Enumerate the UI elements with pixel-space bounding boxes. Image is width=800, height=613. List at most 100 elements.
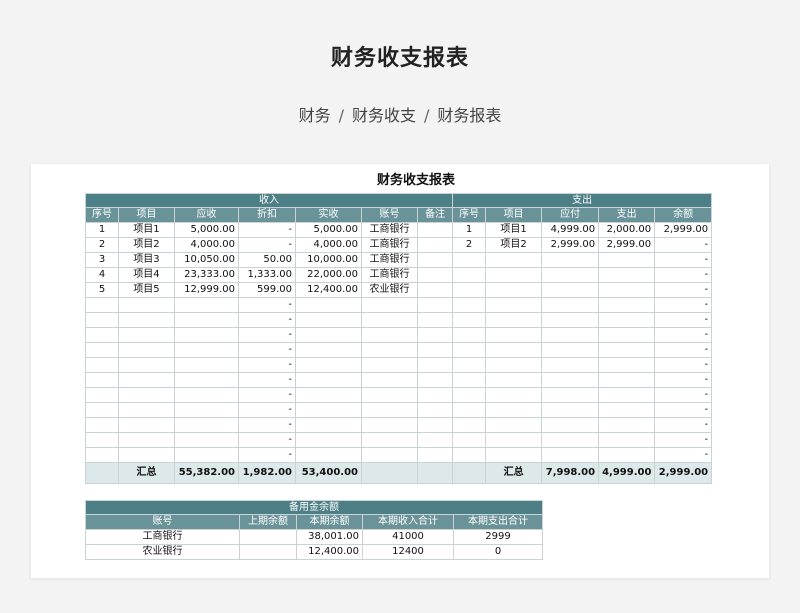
income-cell[interactable]: - [238,432,296,448]
expense-cell[interactable] [485,432,543,448]
expense-cell[interactable]: 2,999.00 [654,222,713,238]
income-cell[interactable]: 项目1 [118,222,175,238]
income-cell[interactable]: 50.00 [238,252,296,268]
expense-cell[interactable] [452,417,487,433]
income-cell[interactable]: - [238,447,296,463]
income-cell[interactable] [174,297,239,313]
income-cell[interactable] [85,432,119,448]
income-cell[interactable]: 工商银行 [361,237,418,253]
reserve-cell[interactable]: 12400 [362,544,454,560]
income-cell[interactable] [416,327,454,343]
income-cell[interactable] [295,417,362,433]
income-cell[interactable] [295,312,362,328]
income-cell[interactable] [118,342,175,358]
income-cell[interactable] [416,282,454,298]
reserve-cell[interactable]: 工商银行 [85,529,240,545]
income-cell[interactable] [361,312,418,328]
expense-cell[interactable]: 项目1 [485,222,543,238]
expense-cell[interactable] [598,372,656,388]
reserve-cell[interactable]: 农业银行 [85,544,240,560]
income-cell[interactable] [118,387,175,403]
expense-cell[interactable] [541,282,600,298]
income-cell[interactable] [85,417,119,433]
income-total-received[interactable]: 53,400.00 [295,462,362,484]
expense-cell[interactable]: - [654,252,713,268]
income-cell[interactable] [295,402,362,418]
income-cell[interactable] [361,342,418,358]
expense-cell[interactable]: - [654,357,713,373]
expense-cell[interactable] [541,357,600,373]
income-cell[interactable]: 工商银行 [361,222,418,238]
expense-cell[interactable] [541,447,600,463]
expense-cell[interactable]: 4,999.00 [541,222,600,238]
expense-cell[interactable] [541,327,600,343]
income-cell[interactable]: 5,000.00 [295,222,362,238]
income-cell[interactable]: 5,000.00 [174,222,239,238]
expense-cell[interactable] [598,417,656,433]
reserve-cell[interactable] [239,529,297,545]
expense-cell[interactable]: - [654,387,713,403]
income-cell[interactable]: 农业银行 [361,282,418,298]
expense-cell[interactable] [541,417,600,433]
income-cell[interactable] [361,447,418,463]
expense-cell[interactable] [598,297,656,313]
income-cell[interactable]: 工商银行 [361,252,418,268]
income-cell[interactable]: 5 [85,282,119,298]
expense-cell[interactable]: - [654,237,713,253]
income-total-discount[interactable]: 1,982.00 [238,462,296,484]
income-cell[interactable] [118,297,175,313]
income-cell[interactable]: - [238,327,296,343]
expense-cell[interactable]: - [654,342,713,358]
income-cell[interactable] [118,372,175,388]
income-cell[interactable] [361,402,418,418]
breadcrumb-item[interactable]: 财务收支 [352,106,416,125]
income-cell[interactable] [85,372,119,388]
expense-cell[interactable] [485,357,543,373]
expense-cell[interactable] [485,417,543,433]
income-cell[interactable]: - [238,222,296,238]
income-cell[interactable] [416,297,454,313]
income-cell[interactable] [361,357,418,373]
expense-cell[interactable]: - [654,297,713,313]
income-cell[interactable] [416,387,454,403]
expense-cell[interactable] [485,297,543,313]
income-cell[interactable] [416,447,454,463]
income-cell[interactable] [416,372,454,388]
income-cell[interactable] [85,402,119,418]
income-cell[interactable] [118,447,175,463]
income-cell[interactable] [361,327,418,343]
income-cell[interactable]: 10,050.00 [174,252,239,268]
income-cell[interactable] [174,432,239,448]
expense-cell[interactable] [485,282,543,298]
expense-cell[interactable] [452,342,487,358]
income-cell[interactable] [416,252,454,268]
income-cell[interactable]: 项目2 [118,237,175,253]
reserve-cell[interactable]: 12,400.00 [296,544,363,560]
income-cell[interactable] [174,417,239,433]
expense-cell[interactable]: 2 [452,237,487,253]
expense-cell[interactable]: - [654,417,713,433]
expense-total-payable[interactable]: 7,998.00 [541,462,600,484]
expense-cell[interactable] [452,297,487,313]
expense-cell[interactable] [485,267,543,283]
income-cell[interactable] [295,357,362,373]
expense-cell[interactable] [485,327,543,343]
income-cell[interactable]: 12,999.00 [174,282,239,298]
income-cell[interactable] [85,387,119,403]
income-cell[interactable]: - [238,342,296,358]
expense-cell[interactable]: - [654,312,713,328]
income-cell[interactable]: 22,000.00 [295,267,362,283]
income-cell[interactable] [118,357,175,373]
income-cell[interactable] [295,447,362,463]
reserve-cell[interactable]: 38,001.00 [296,529,363,545]
income-cell[interactable] [361,297,418,313]
income-cell[interactable] [361,372,418,388]
expense-cell[interactable] [452,447,487,463]
expense-cell[interactable]: 2,999.00 [598,237,656,253]
income-cell[interactable] [416,357,454,373]
income-cell[interactable] [118,432,175,448]
income-cell[interactable] [174,312,239,328]
expense-cell[interactable] [452,402,487,418]
income-cell[interactable]: - [238,402,296,418]
expense-cell[interactable] [541,432,600,448]
